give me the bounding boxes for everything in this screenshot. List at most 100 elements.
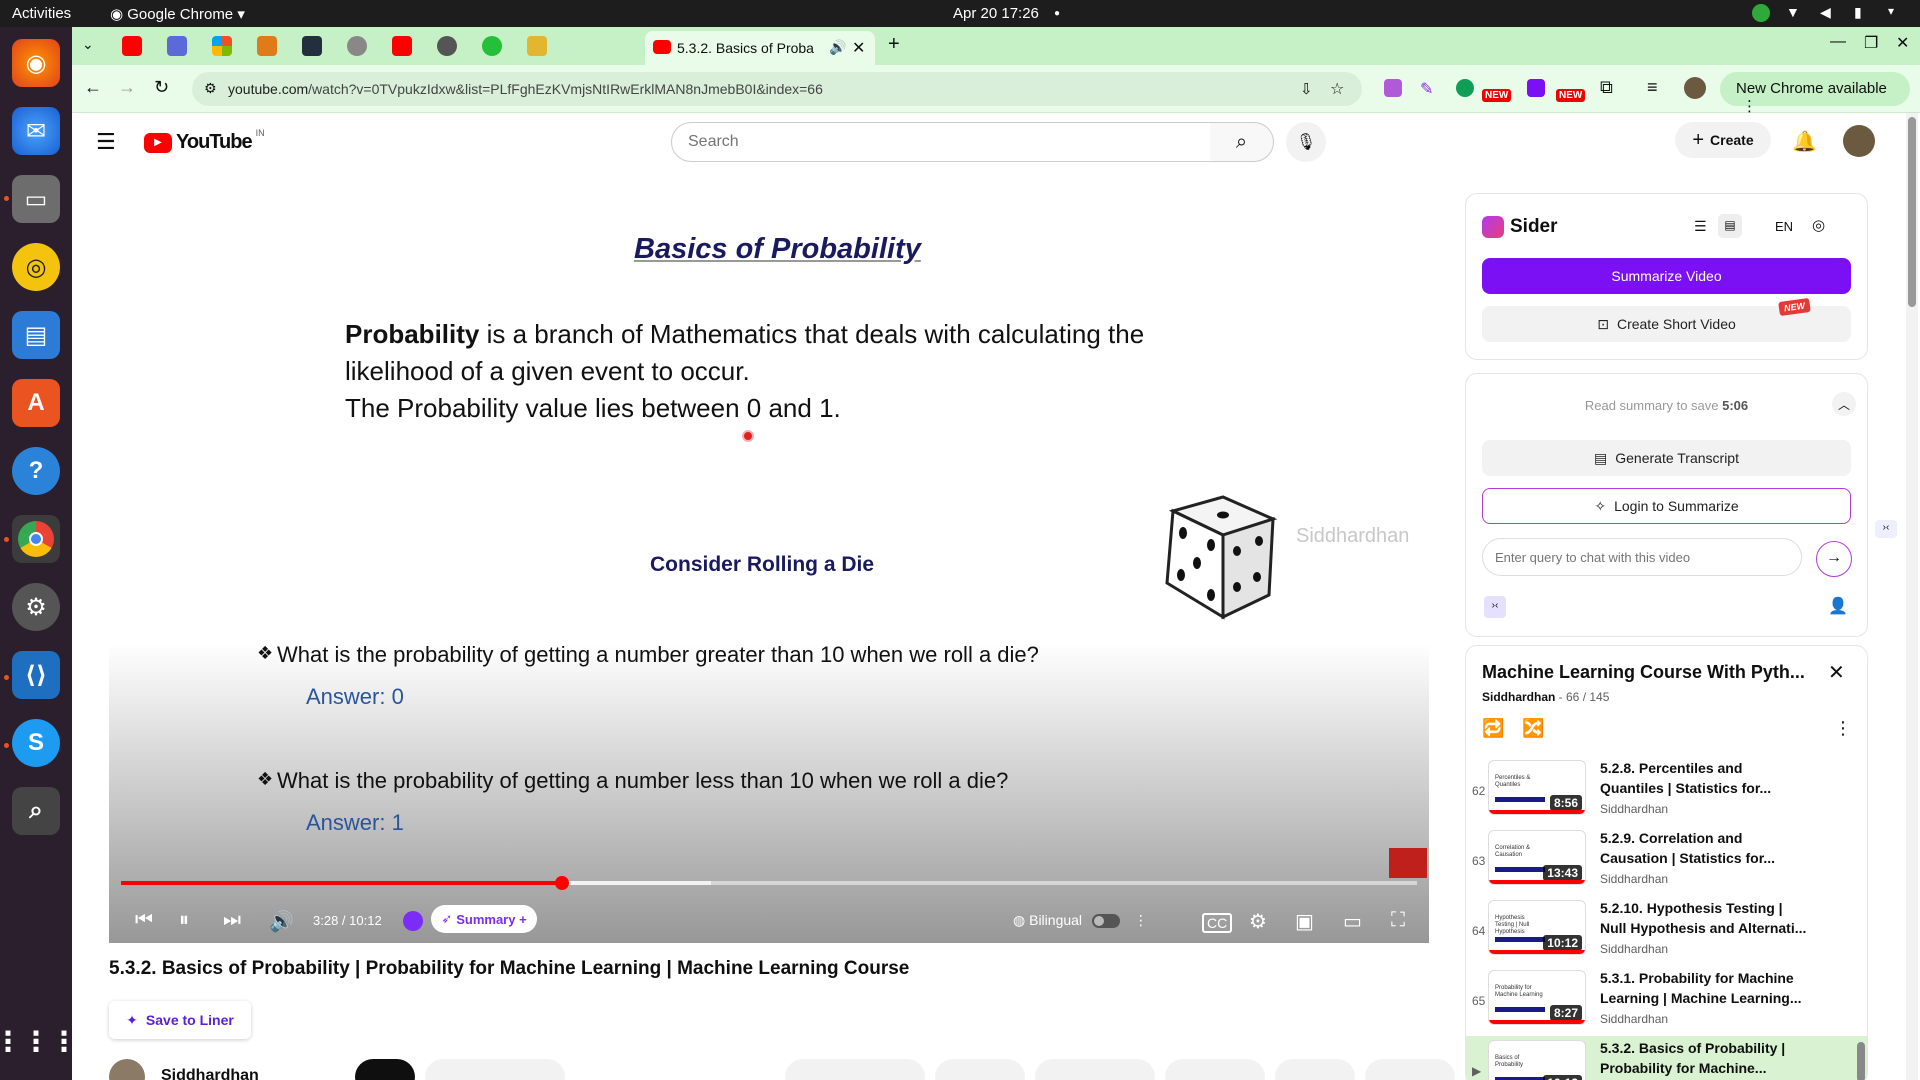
files-icon[interactable]: ▭ — [12, 175, 60, 223]
battery-icon[interactable]: ▮ — [1854, 4, 1872, 22]
playlist-scrollbar[interactable] — [1857, 754, 1865, 1080]
reload-icon[interactable]: ↻ — [154, 77, 169, 98]
forward-icon[interactable]: → — [118, 77, 136, 98]
docs-tab-icon[interactable] — [167, 36, 187, 56]
install-app-icon[interactable]: ⇩ — [1300, 80, 1313, 98]
microsoft-tab-icon[interactable] — [212, 36, 232, 56]
settings-icon[interactable]: ⚙ — [12, 583, 60, 631]
share-button[interactable] — [935, 1059, 1025, 1080]
playlist-item[interactable]: 62 Percentiles & Quantiles 8:56 5.2.8. Perc… — [1466, 756, 1867, 826]
fullscreen-icon[interactable]: ⛶ — [1391, 909, 1405, 932]
captions-icon[interactable]: CC — [1202, 913, 1233, 933]
wifi-icon[interactable]: ▼ — [1786, 4, 1804, 22]
location-pin-icon[interactable] — [403, 911, 423, 931]
summary-button[interactable]: ➶ Summary + — [431, 905, 537, 933]
openai-tab-icon[interactable] — [437, 36, 457, 56]
clock[interactable]: Apr 20 17:26 — [953, 5, 1039, 22]
aws-tab-icon[interactable] — [302, 36, 322, 56]
like-dislike-button[interactable] — [785, 1059, 925, 1080]
download-button[interactable] — [1035, 1059, 1155, 1080]
summarize-video-button[interactable]: Summarize Video — [1482, 258, 1851, 294]
system-tray[interactable]: ▼ ◀ ▮ ▾ — [1752, 4, 1906, 22]
generate-transcript-button[interactable]: ▤ Generate Transcript — [1482, 440, 1851, 476]
url-text[interactable]: youtube.com/watch?v=0TVpukzIdxw&list=PLf… — [228, 81, 823, 97]
skype-icon[interactable]: S — [12, 719, 60, 767]
next-icon[interactable]: ⏭ — [223, 909, 241, 932]
search-box[interactable] — [671, 122, 1211, 162]
new-tab-icon[interactable]: + — [888, 33, 900, 56]
grammarly-icon[interactable] — [1456, 79, 1474, 97]
writer-icon[interactable]: ▤ — [12, 311, 60, 359]
rhythmbox-icon[interactable]: ◎ — [12, 243, 60, 291]
site-info-icon[interactable]: ⚙ — [204, 80, 217, 97]
extensions-puzzle-icon[interactable]: ⧉ — [1600, 77, 1613, 98]
playlist-channel[interactable]: Siddhardhan — [1482, 690, 1555, 704]
subscribed-button[interactable] — [425, 1059, 565, 1080]
youtube-tab-icon[interactable] — [392, 36, 412, 56]
search-button[interactable]: ⌕ — [1210, 122, 1274, 162]
playlist-item[interactable]: 65 Probability for Machine Learning 8:27 5.… — [1466, 966, 1867, 1036]
thunderbird-icon[interactable]: ✉ — [12, 107, 60, 155]
maximize-window-icon[interactable]: ❐ — [1864, 33, 1878, 53]
volume-icon[interactable]: ◀ — [1820, 4, 1838, 22]
magnifier-icon[interactable]: ⌕ — [12, 787, 60, 835]
save-button[interactable] — [1365, 1059, 1455, 1080]
playlist-item-thumbnail[interactable]: Correlation & Causation 13:43 — [1488, 830, 1586, 885]
shuffle-icon[interactable]: 🔀 — [1522, 718, 1544, 739]
playlist-item-title[interactable]: 5.2.9. Correlation and Causation | Stati… — [1600, 828, 1810, 868]
previous-icon[interactable]: ⏮ — [135, 909, 153, 932]
list-view-icon[interactable]: ☰ — [1694, 218, 1707, 235]
playlist-item-thumbnail[interactable]: Percentiles & Quantiles 8:56 — [1488, 760, 1586, 815]
app-menu[interactable]: ◉ Google Chrome ▾ — [110, 5, 245, 23]
playlist-item-title[interactable]: 5.3.2. Basics of Probability | Probabili… — [1600, 1038, 1810, 1078]
package-tab-icon[interactable] — [257, 36, 277, 56]
youtube-logo[interactable]: ▶ YouTube IN — [144, 128, 265, 154]
settings-gear-icon[interactable]: ⚙ — [1249, 909, 1267, 934]
sider-settings-icon[interactable]: ◎ — [1812, 216, 1825, 234]
playlist-item-thumbnail[interactable]: Hypothesis Testing | Null Hypothesis 10:1… — [1488, 900, 1586, 955]
activities-button[interactable]: Activities — [12, 5, 71, 22]
language-selector[interactable]: EN — [1775, 219, 1793, 234]
youtube-tab-icon[interactable] — [122, 36, 142, 56]
sider-small-logo-icon[interactable]: ›‹ — [1484, 596, 1506, 618]
progress-bar[interactable] — [121, 876, 1417, 890]
channel-name[interactable]: Siddhardhan — [161, 1067, 259, 1080]
software-icon[interactable]: A — [12, 379, 60, 427]
voice-search-button[interactable]: 🎙 — [1286, 122, 1326, 162]
sider-extension-icon[interactable] — [1527, 79, 1545, 97]
playlist-item-thumbnail[interactable]: Basics of Probability 10:12 — [1488, 1040, 1586, 1080]
active-tab[interactable]: 5.3.2. Basics of Proba 🔊 ✕ — [645, 31, 875, 65]
playlist-item[interactable]: ▶ Basics of Probability 10:12 5.3.2. Basics… — [1466, 1036, 1867, 1080]
miniplayer-icon[interactable]: ▣ — [1295, 909, 1314, 934]
bookmark-star-icon[interactable]: ☆ — [1330, 79, 1344, 99]
join-button[interactable] — [355, 1059, 415, 1080]
clip-button[interactable] — [1275, 1059, 1355, 1080]
page-scrollbar[interactable] — [1906, 113, 1918, 1080]
chrome-icon[interactable] — [12, 515, 60, 563]
account-avatar[interactable] — [1843, 125, 1875, 157]
notifications-bell-icon[interactable]: 🔔 — [1792, 129, 1817, 154]
loop-icon[interactable]: 🔁 — [1482, 718, 1504, 739]
playlist-item-title[interactable]: 5.3.1. Probability for Machine Learning … — [1600, 968, 1810, 1008]
close-tab-icon[interactable]: ✕ — [852, 38, 865, 58]
thanks-button[interactable] — [1165, 1059, 1265, 1080]
theater-mode-icon[interactable]: ▭ — [1343, 909, 1362, 934]
playlist-more-icon[interactable]: ⋮ — [1834, 718, 1852, 739]
playlist-item-title[interactable]: 5.2.10. Hypothesis Testing | Null Hypoth… — [1600, 898, 1810, 938]
playlist-item[interactable]: 64 Hypothesis Testing | Null Hypothesis 10… — [1466, 896, 1867, 966]
scrubber-knob[interactable] — [554, 876, 569, 890]
close-playlist-icon[interactable]: ✕ — [1828, 660, 1845, 685]
create-button[interactable]: + Create — [1675, 122, 1771, 158]
bilingual-toggle[interactable]: ◍ Bilingual ⋮ — [1013, 912, 1148, 929]
tab-search-icon[interactable]: ⌄ — [82, 36, 94, 53]
media-control-icon[interactable]: ≡ — [1647, 77, 1658, 98]
extension-icon[interactable] — [1384, 79, 1402, 97]
chat-query-input[interactable] — [1482, 538, 1802, 576]
app-grid-icon[interactable]: ⋮⋮⋮ — [0, 1017, 78, 1065]
help-icon[interactable]: ? — [12, 447, 60, 495]
save-to-liner-button[interactable]: ✦ Save to Liner — [109, 1001, 251, 1039]
login-to-summarize-button[interactable]: ✧ Login to Summarize — [1482, 488, 1851, 524]
more-options-icon[interactable]: ⋮ — [1134, 912, 1148, 928]
subscribe-watermark-icon[interactable] — [1389, 848, 1427, 878]
audio-playing-icon[interactable]: 🔊 — [829, 39, 846, 56]
